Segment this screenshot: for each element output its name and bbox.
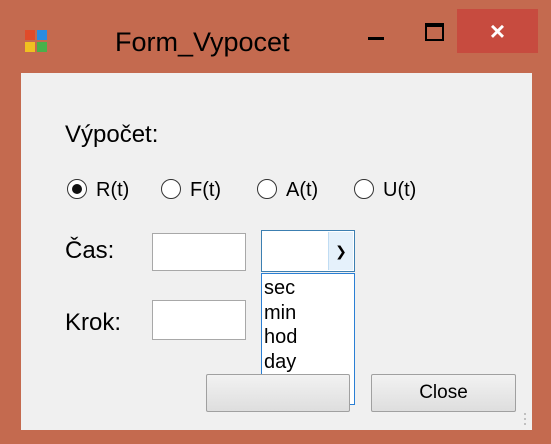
minimize-button[interactable] — [355, 14, 399, 54]
dropdown-item-min[interactable]: min — [262, 301, 354, 326]
radio-f-t[interactable]: F(t) — [161, 177, 251, 205]
resize-grip-icon[interactable] — [522, 412, 528, 426]
radio-indicator — [354, 179, 374, 199]
radio-indicator — [161, 179, 181, 199]
chevron-down-icon[interactable]: ❯ — [328, 232, 353, 270]
app-window: Form_Vypocet × Výpočet: R(t) F(t) A(t) U… — [0, 0, 551, 444]
window-title: Form_Vypocet — [115, 27, 290, 57]
cas-input[interactable] — [152, 233, 246, 271]
unit-combobox[interactable]: ❯ — [261, 230, 355, 272]
maximize-button[interactable] — [412, 14, 456, 54]
close-window-button[interactable]: × — [457, 9, 538, 53]
app-icon — [25, 30, 47, 52]
close-button[interactable]: Close — [371, 374, 516, 412]
dropdown-item-hod[interactable]: hod — [262, 325, 354, 350]
dropdown-item-sec[interactable]: sec — [262, 276, 354, 301]
radio-label: U(t) — [383, 179, 417, 201]
close-icon: × — [489, 16, 506, 46]
form-client-area: Výpočet: R(t) F(t) A(t) U(t) Čas: ❯ sec … — [21, 73, 532, 430]
krok-input[interactable] — [152, 300, 246, 340]
radio-u-t[interactable]: U(t) — [354, 177, 444, 205]
radio-indicator — [67, 179, 87, 199]
krok-label: Krok: — [65, 309, 122, 336]
cas-label: Čas: — [65, 237, 115, 264]
radio-label: R(t) — [96, 179, 130, 201]
radio-r-t[interactable]: R(t) — [67, 177, 157, 205]
radio-label: A(t) — [286, 179, 319, 201]
radio-a-t[interactable]: A(t) — [257, 177, 347, 205]
title-bar[interactable]: Form_Vypocet × — [0, 0, 551, 72]
radio-indicator — [257, 179, 277, 199]
vypocet-heading: Výpočet: — [65, 121, 159, 148]
compute-button[interactable] — [206, 374, 350, 412]
dropdown-item-day[interactable]: day — [262, 350, 354, 375]
radio-label: F(t) — [190, 179, 222, 201]
